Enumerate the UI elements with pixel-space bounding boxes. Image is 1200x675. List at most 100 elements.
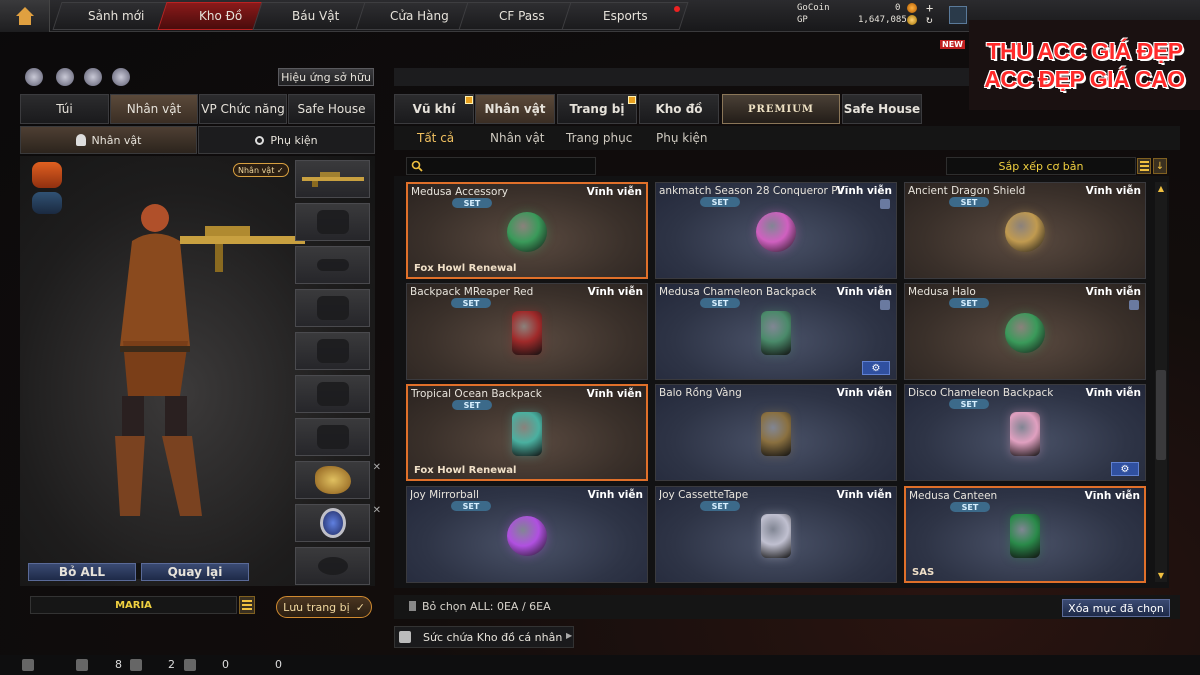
gift-icon xyxy=(628,96,636,104)
right-tab-gear[interactable]: Trang bị xyxy=(557,94,637,124)
item-card[interactable]: Disco Chameleon Backpack Vĩnh viễn SET ⚙ xyxy=(904,384,1146,481)
sort-dropdown[interactable]: Sắp xếp cơ bản xyxy=(946,157,1136,175)
body-silhouette-icon xyxy=(316,339,349,363)
item-name: Medusa Halo xyxy=(908,286,976,298)
menu-list-icon[interactable] xyxy=(22,659,34,671)
slot-accessory-1[interactable]: ✕ xyxy=(295,461,381,499)
item-card[interactable]: Medusa Chameleon Backpack Vĩnh viễn SET ⚙ xyxy=(655,283,897,380)
right-tab-storage[interactable]: Kho đồ xyxy=(639,94,719,124)
filter-accessory[interactable]: Phụ kiện xyxy=(656,131,708,145)
clan-count: 2 xyxy=(168,658,175,671)
refresh-icon[interactable]: ↻ xyxy=(926,13,933,26)
right-tab-character[interactable]: Nhân vật xyxy=(475,94,555,124)
scroll-down-icon[interactable]: ▼ xyxy=(1155,569,1167,581)
nav-tab-esports[interactable]: Esports xyxy=(561,2,689,30)
item-card[interactable]: Joy CassetteTape Vĩnh viễn SET xyxy=(655,486,897,583)
slot-accessory-2[interactable]: ✕ xyxy=(295,504,381,542)
item-duration: Vĩnh viễn xyxy=(587,489,643,501)
left-tab-safe-house[interactable]: Safe House xyxy=(288,94,375,124)
save-preset-button[interactable]: Lưu trang bị ✓ xyxy=(276,596,372,618)
slot-upper[interactable] xyxy=(295,289,370,327)
stats-icon[interactable] xyxy=(25,68,43,86)
left-tab-bag[interactable]: Túi xyxy=(20,94,109,124)
chat-icon[interactable] xyxy=(184,659,196,671)
item-card[interactable]: Medusa Canteen Vĩnh viễn SET SAS xyxy=(904,486,1146,583)
filter-character[interactable]: Nhân vật xyxy=(490,131,545,145)
rotate-view-icon[interactable] xyxy=(56,68,74,86)
filter-all[interactable]: Tất cả xyxy=(417,131,454,145)
right-tab-safe-house[interactable]: Safe House xyxy=(842,94,922,124)
item-card[interactable]: Tropical Ocean Backpack Vĩnh viễn SET Fox H… xyxy=(406,384,648,481)
backpack-icon xyxy=(761,412,791,457)
item-card[interactable]: Ancient Dragon Shield Vĩnh viễn SET xyxy=(904,182,1146,279)
subtab-character[interactable]: Nhân vật xyxy=(20,126,197,154)
settings-gear-icon[interactable]: ⚙ xyxy=(862,361,890,375)
left-tab-function-items[interactable]: VP Chức năng xyxy=(199,94,287,124)
slot-accessory-3[interactable] xyxy=(295,547,370,585)
search-input[interactable] xyxy=(406,157,596,175)
scroll-up-icon[interactable]: ▲ xyxy=(1155,182,1167,194)
trash-icon[interactable] xyxy=(1129,300,1139,310)
settings-gear-icon[interactable]: ⚙ xyxy=(1111,462,1139,476)
gocoin-label: GoCoin xyxy=(797,3,830,13)
item-duration: Vĩnh viễn xyxy=(587,286,643,298)
set-badge: SET xyxy=(949,399,989,409)
subtab-accessory[interactable]: Phụ kiện xyxy=(198,126,375,154)
expand-arrow-icon[interactable]: ▶ xyxy=(566,631,572,640)
slot-lower[interactable] xyxy=(295,418,370,456)
set-badge: SET xyxy=(950,502,990,512)
grid-menu-icon[interactable] xyxy=(949,6,967,24)
gocoin-icon xyxy=(907,3,917,13)
friends-count: 8 xyxy=(115,658,122,671)
right-tab-premium[interactable]: PREMIUM xyxy=(722,94,840,124)
set-badge: SET xyxy=(949,298,989,308)
item-card[interactable]: Medusa Accessory Vĩnh viễn SET Fox Howl Ren… xyxy=(406,182,648,279)
reset-all-button[interactable]: Bỏ ALL xyxy=(28,563,136,581)
item-name: Backpack MReaper Red xyxy=(410,286,534,298)
item-duration: Vĩnh viễn xyxy=(836,387,892,399)
sort-list-icon[interactable] xyxy=(1137,158,1151,174)
item-card[interactable]: Medusa Halo Vĩnh viễn SET xyxy=(904,283,1146,380)
trash-icon[interactable] xyxy=(880,300,890,310)
item-duration: Vĩnh viễn xyxy=(836,489,892,501)
clear-selected-button[interactable]: Xóa mục đã chọn xyxy=(1062,599,1170,617)
item-card[interactable]: ankmatch Season 28 Conqueror Pin Vĩnh viễ… xyxy=(655,182,897,279)
item-name: Ancient Dragon Shield xyxy=(908,185,1026,197)
slot-face[interactable] xyxy=(295,246,370,284)
left-tab-character[interactable]: Nhân vật xyxy=(110,94,198,124)
character-list-icon[interactable] xyxy=(239,596,255,614)
item-name: Medusa Canteen xyxy=(909,490,998,502)
item-card[interactable]: Balo Rồng Vàng Vĩnh viễn xyxy=(655,384,897,481)
sort-direction-icon[interactable]: ↓ xyxy=(1153,158,1167,174)
slot-head[interactable] xyxy=(295,203,370,241)
team-gr-icon[interactable] xyxy=(32,162,62,188)
capacity-button[interactable]: Sức chứa Kho đồ cá nhân xyxy=(394,626,574,648)
scroll-thumb[interactable] xyxy=(1156,370,1166,460)
back-button[interactable]: Quay lại xyxy=(141,563,249,581)
mouse-settings-icon[interactable] xyxy=(112,68,130,86)
remove-icon[interactable]: ✕ xyxy=(373,505,381,516)
item-duration: Vĩnh viễn xyxy=(586,388,642,400)
slot-back[interactable] xyxy=(295,375,370,413)
item-name: Balo Rồng Vàng xyxy=(659,387,742,399)
trash-icon[interactable] xyxy=(880,199,890,209)
item-card[interactable]: Joy Mirrorball Vĩnh viễn SET xyxy=(406,486,648,583)
item-name: ankmatch Season 28 Conqueror Pin xyxy=(659,185,844,197)
slot-weapon[interactable] xyxy=(295,160,370,198)
slot-body[interactable] xyxy=(295,332,370,370)
promo-watermark: THU ACC GIÁ ĐẸP ACC ĐẸP GIÁ CAO xyxy=(969,20,1200,110)
set-badge: SET xyxy=(452,198,492,208)
backpack-icon xyxy=(512,311,542,356)
item-duration: Vĩnh viễn xyxy=(1085,286,1141,298)
character-pose-icon[interactable] xyxy=(84,68,102,86)
home-button[interactable] xyxy=(0,0,50,32)
filter-costume[interactable]: Trang phục xyxy=(566,131,632,145)
right-tab-weapons[interactable]: Vũ khí xyxy=(394,94,474,124)
ownership-effect-button[interactable]: Hiệu ứng sở hữu xyxy=(278,68,374,86)
friends-icon[interactable] xyxy=(76,659,88,671)
clan-icon[interactable] xyxy=(130,659,142,671)
remove-icon[interactable]: ✕ xyxy=(373,462,381,473)
item-card[interactable]: Backpack MReaper Red Vĩnh viễn SET xyxy=(406,283,648,380)
item-name: Joy CassetteTape xyxy=(659,489,749,501)
team-bl-icon[interactable] xyxy=(32,192,62,214)
